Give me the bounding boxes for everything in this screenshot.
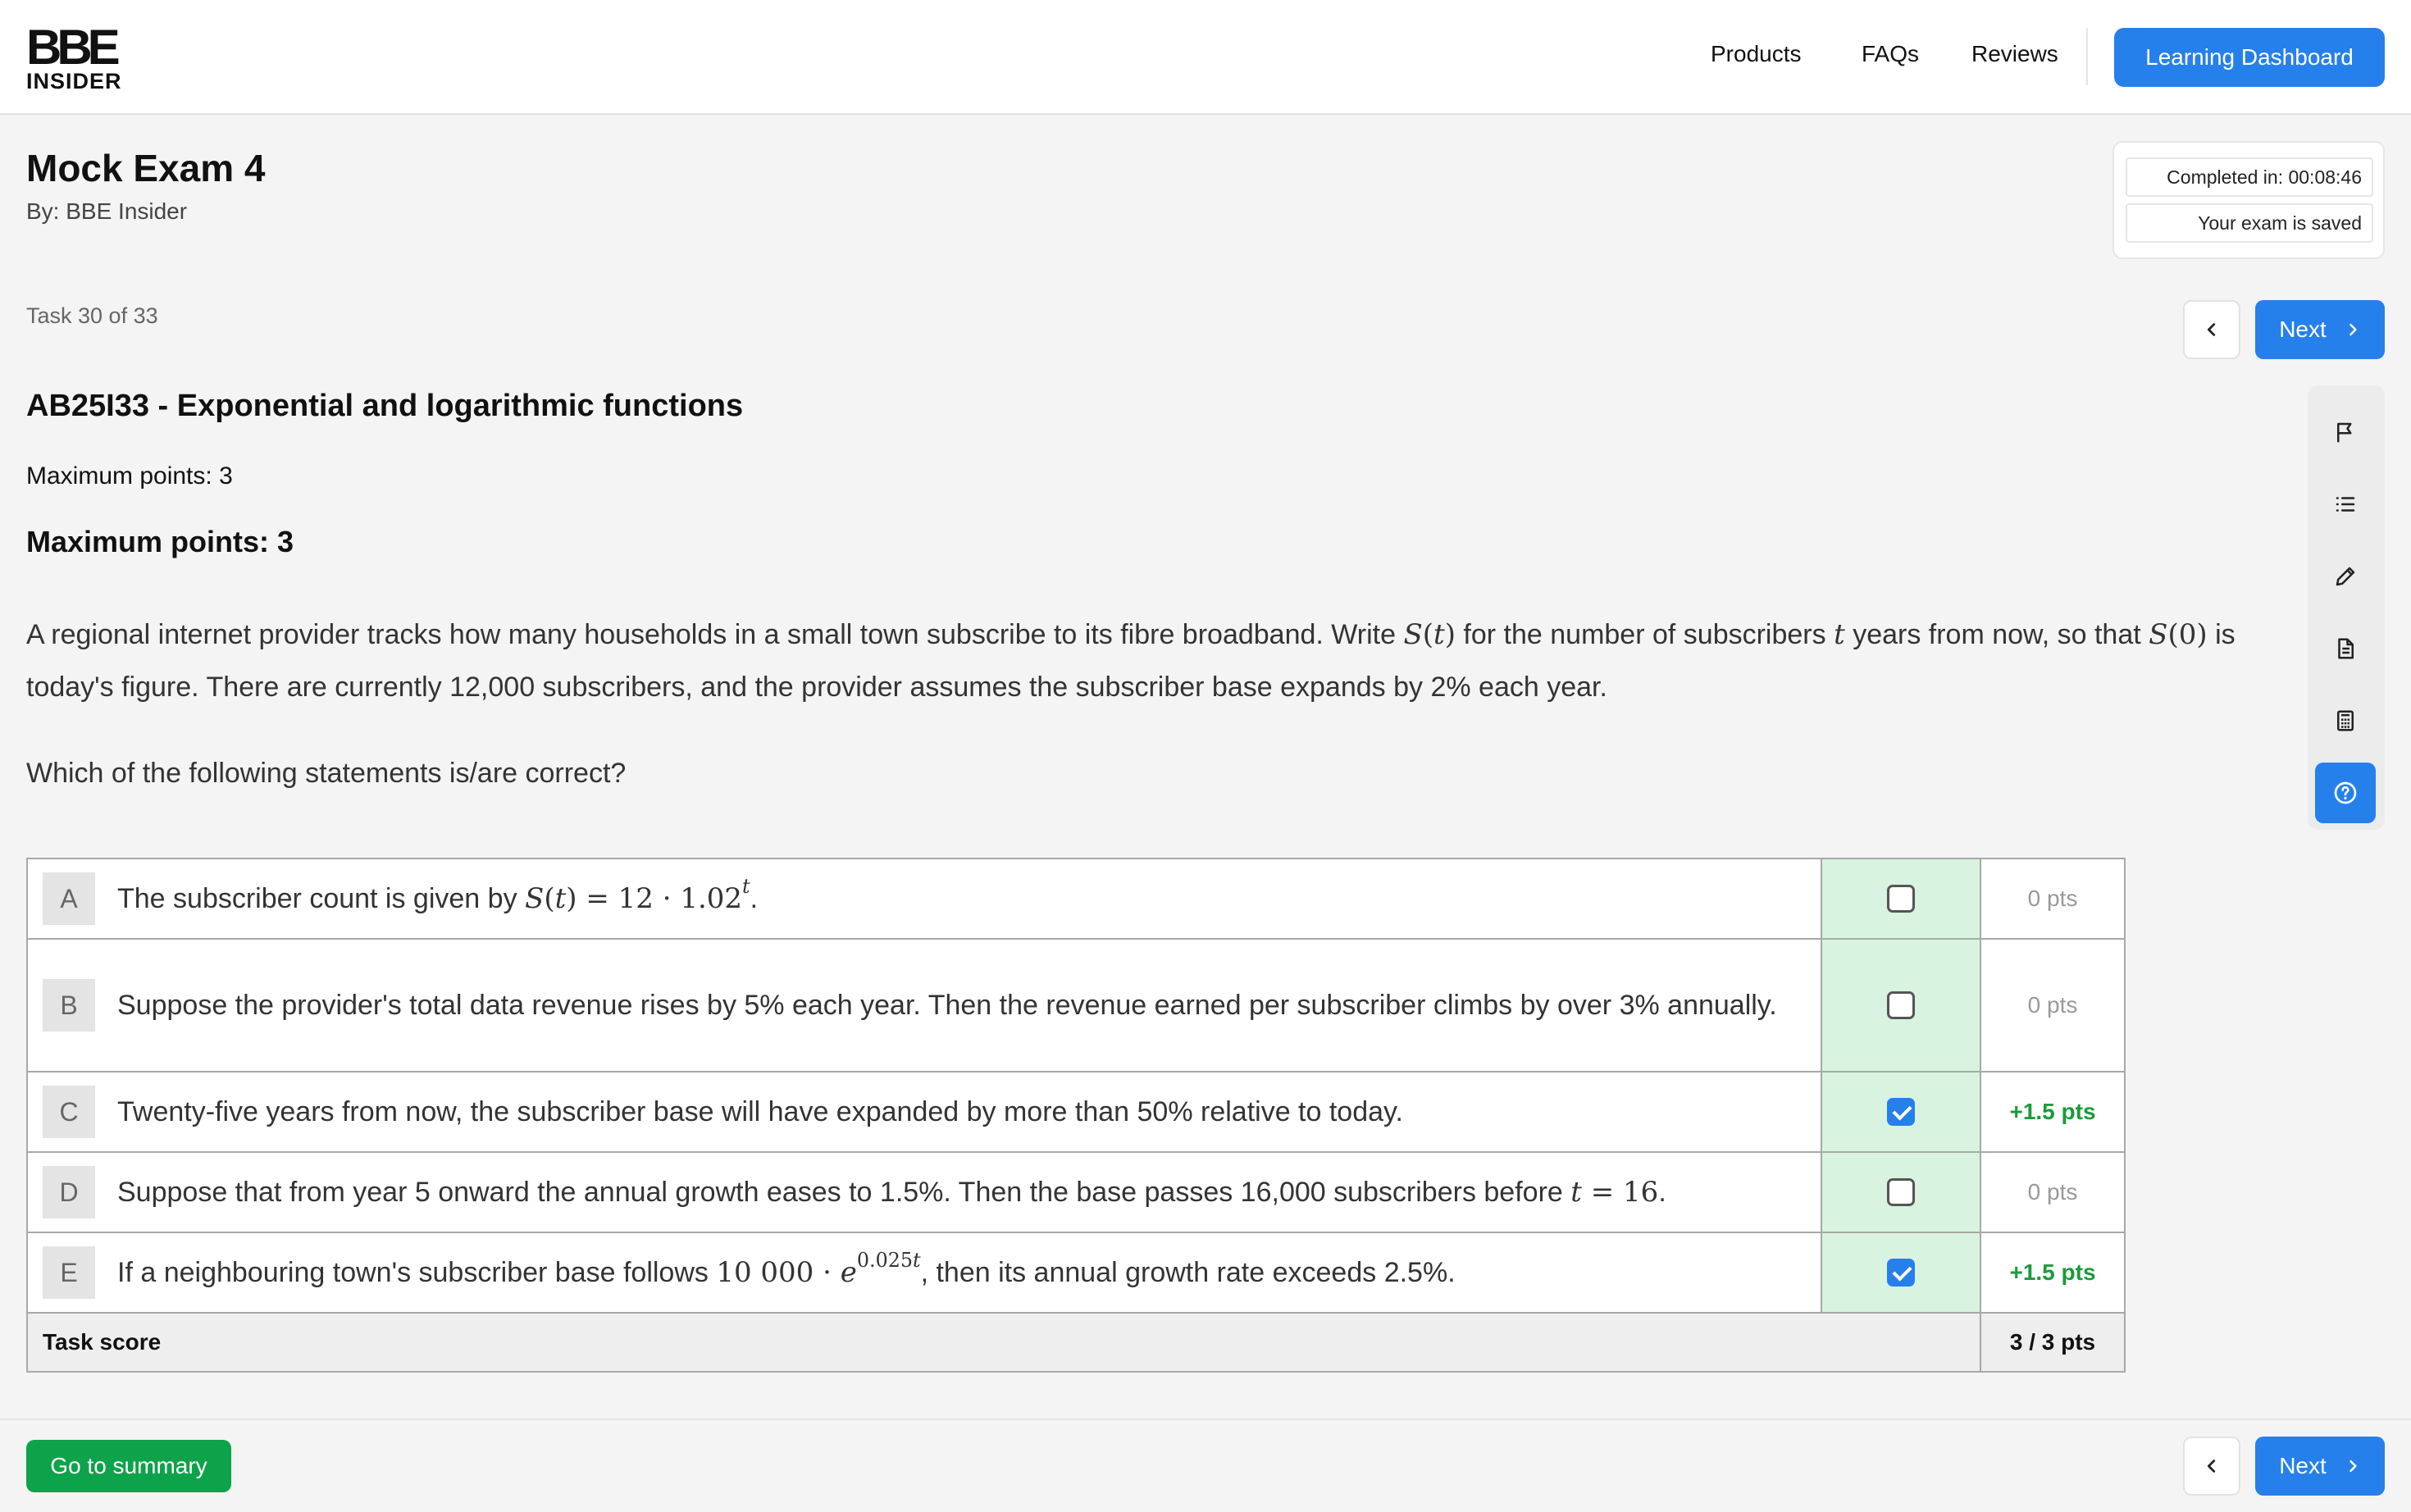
flag-tool-button[interactable]	[2315, 402, 2376, 462]
option-text: If a neighbouring town's subscriber base…	[109, 1232, 1822, 1314]
option-text: Suppose that from year 5 onward the annu…	[109, 1151, 1822, 1233]
help-button[interactable]	[2315, 763, 2376, 823]
learning-dashboard-button[interactable]: Learning Dashboard	[2114, 28, 2385, 87]
saved-status: Your exam is saved	[2126, 203, 2373, 243]
option-points: 0 pts	[1980, 858, 2126, 940]
chevron-right-icon	[2349, 1460, 2357, 1473]
option-letter: B	[43, 979, 95, 1032]
document-icon	[2338, 638, 2354, 659]
list-icon	[2336, 497, 2355, 512]
option-d-checkbox[interactable]	[1887, 1178, 1915, 1206]
formula-sheet-button[interactable]	[2315, 618, 2376, 679]
question-text: A regional internet provider tracks how …	[26, 618, 2236, 703]
task-title: AB25I33 - Exponential and logarithmic fu…	[26, 389, 744, 423]
calculator-icon	[2337, 710, 2354, 731]
logo-subtitle: INSIDER	[26, 69, 122, 93]
top-header: BBE INSIDER Products FAQs Reviews Learni…	[0, 0, 2411, 115]
option-letter: A	[43, 872, 95, 925]
option-points: 0 pts	[1980, 1151, 2126, 1233]
pencil-icon	[2336, 567, 2355, 586]
next-task-button-bottom[interactable]: Next	[2255, 1437, 2385, 1496]
option-b-checkbox[interactable]	[1887, 991, 1915, 1019]
option-points: +1.5 pts	[1980, 1232, 2126, 1314]
chevron-left-icon	[2207, 323, 2216, 336]
option-row-e: E If a neighbouring town's subscriber ba…	[26, 1232, 2126, 1314]
previous-task-button[interactable]	[2183, 300, 2240, 359]
chevron-right-icon	[2349, 323, 2357, 336]
task-counter: Task 30 of 33	[26, 303, 158, 328]
logo-mark: BBE	[26, 20, 121, 75]
nav-products[interactable]: Products	[1711, 41, 1802, 67]
next-task-button[interactable]: Next	[2255, 300, 2385, 359]
task-score-value: 3 / 3 pts	[1980, 1312, 2126, 1373]
help-icon	[2334, 781, 2357, 804]
exam-byline: By: BBE Insider	[26, 198, 188, 224]
maximum-points-heading: Maximum points: 3	[26, 525, 294, 558]
nav-divider	[2086, 28, 2088, 85]
option-points: 0 pts	[1980, 938, 2126, 1073]
option-c-checkbox[interactable]	[1887, 1098, 1915, 1126]
option-row-d: D Suppose that from year 5 onward the an…	[26, 1151, 2126, 1233]
completed-time: Completed in: 00:08:46	[2126, 157, 2373, 197]
question-prompt: Which of the following statements is/are…	[26, 758, 627, 789]
answer-options-table: A The subscriber count is given by S(t) …	[26, 858, 2126, 1373]
exam-title: Mock Exam 4	[26, 147, 266, 189]
option-e-checkbox[interactable]	[1887, 1259, 1915, 1287]
option-text: Suppose the provider's total data revenu…	[109, 938, 1822, 1073]
option-text: The subscriber count is given by S(t) = …	[109, 858, 1822, 940]
chevron-left-icon	[2207, 1460, 2216, 1473]
option-row-b: B Suppose the provider's total data reve…	[26, 938, 2126, 1073]
flag-icon	[2337, 422, 2352, 443]
option-row-c: C Twenty-five years from now, the subscr…	[26, 1071, 2126, 1153]
pencil-tool-button[interactable]	[2315, 546, 2376, 607]
next-label: Next	[2279, 317, 2327, 342]
next-label: Next	[2279, 1453, 2327, 1478]
option-letter: E	[43, 1246, 95, 1299]
option-letter: D	[43, 1166, 95, 1218]
bbe-insider-logo[interactable]: BBE INSIDER	[26, 20, 125, 94]
task-score-label: Task score	[26, 1312, 1981, 1373]
option-row-a: A The subscriber count is given by S(t) …	[26, 858, 2126, 940]
side-toolbar	[2308, 385, 2385, 830]
option-letter: C	[43, 1086, 95, 1138]
nav-reviews[interactable]: Reviews	[1971, 41, 2058, 67]
footer-bar	[0, 1419, 2411, 1512]
calculator-button[interactable]	[2315, 690, 2376, 751]
maximum-points: Maximum points: 3	[26, 462, 233, 490]
option-a-checkbox[interactable]	[1887, 885, 1915, 913]
nav-faqs[interactable]: FAQs	[1862, 41, 1919, 67]
option-text: Twenty-five years from now, the subscrib…	[109, 1071, 1822, 1153]
task-score-row: Task score 3 / 3 pts	[26, 1312, 2126, 1373]
exam-status-panel: Completed in: 00:08:46 Your exam is save…	[2112, 141, 2385, 259]
option-points: +1.5 pts	[1980, 1071, 2126, 1153]
go-to-summary-button[interactable]: Go to summary	[26, 1440, 231, 1492]
previous-task-button-bottom[interactable]	[2183, 1437, 2240, 1496]
task-list-button[interactable]	[2315, 474, 2376, 535]
